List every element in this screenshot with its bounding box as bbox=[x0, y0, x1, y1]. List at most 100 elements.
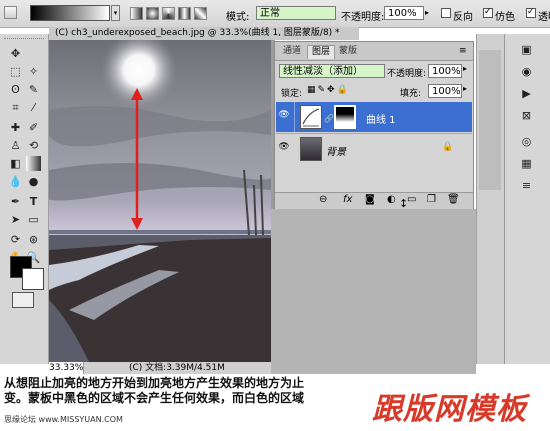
beach-photo bbox=[49, 40, 271, 362]
layer-row-curves[interactable]: 👁 🔗 曲线 1 bbox=[276, 102, 472, 132]
dodge-tool-icon[interactable]: ● bbox=[26, 174, 41, 189]
eyedropper-tool-icon[interactable]: ⁄ bbox=[26, 100, 41, 115]
layer-row-background[interactable]: 👁 背景 🔒 bbox=[276, 133, 472, 164]
reverse-checkbox[interactable] bbox=[441, 8, 451, 18]
dock-scroll-track[interactable] bbox=[479, 50, 501, 190]
opacity-field[interactable]: 100% bbox=[384, 6, 424, 20]
adjustments-icon[interactable]: ◎ bbox=[519, 134, 534, 149]
visibility-eye-icon[interactable]: 👁 bbox=[278, 142, 290, 154]
document-title: (C) ch3_underexposed_beach.jpg @ 33.3%(曲… bbox=[55, 28, 340, 38]
pen-tool-icon[interactable]: ✒ bbox=[8, 194, 23, 209]
fill-label: 填充: bbox=[400, 89, 422, 99]
layer-style-icon[interactable]: fx bbox=[343, 194, 352, 205]
histogram-icon[interactable]: ▣ bbox=[519, 42, 534, 57]
opacity-label: 不透明度: bbox=[341, 12, 385, 23]
right-icon-dock: ▣ ◉ ▶ ⊠ ◎ ▦ ≡ bbox=[504, 34, 550, 364]
lasso-tool-icon[interactable]: ʘ bbox=[8, 82, 23, 97]
layer-name-background[interactable]: 背景 bbox=[326, 143, 346, 158]
row-divider bbox=[294, 102, 295, 132]
workspace-background bbox=[271, 209, 476, 374]
magic-wand-tool-icon[interactable]: ✧ bbox=[26, 64, 41, 79]
path-select-tool-icon[interactable]: ➤ bbox=[8, 212, 23, 227]
3d-rotate-tool-icon[interactable]: ⟳ bbox=[8, 232, 23, 247]
lock-icons[interactable]: ▦✎✥🔒 bbox=[307, 85, 350, 95]
brush-tool-icon[interactable]: ✐ bbox=[26, 120, 41, 135]
fill-arrow[interactable]: ▸ bbox=[463, 84, 467, 93]
zoom-field[interactable]: 33.33% bbox=[49, 362, 84, 374]
mode-value: 正常 bbox=[260, 8, 280, 19]
blend-mode-select[interactable]: 线性减淡（添加） bbox=[279, 64, 385, 78]
mask-link-icon[interactable]: 🔗 bbox=[324, 114, 334, 123]
layers-empty-area bbox=[275, 164, 473, 190]
layer-opacity-arrow[interactable]: ▸ bbox=[463, 64, 467, 73]
linear-gradient-icon[interactable] bbox=[130, 7, 143, 20]
toolbox: ✥ ⬚ ✧ ʘ ✎ ⌗ ⁄ ✚ ✐ ♙ ⟲ ◧ 💧 ● ✒ T ➤ ▭ ⟳ ⊛ … bbox=[0, 34, 49, 364]
gradient-tool-icon[interactable] bbox=[26, 156, 41, 171]
crop-tool-icon[interactable]: ⌗ bbox=[8, 100, 23, 115]
watermark-logo: 跟版网模板 bbox=[372, 392, 527, 427]
image-canvas[interactable] bbox=[49, 40, 271, 362]
gradient-tool-preset-icon[interactable] bbox=[4, 6, 17, 19]
quick-mask-button[interactable] bbox=[12, 292, 34, 308]
link-layers-icon[interactable]: ⊖ bbox=[319, 194, 327, 205]
tab-channels[interactable]: 通道 bbox=[279, 45, 305, 58]
background-color-swatch[interactable] bbox=[22, 268, 44, 290]
mode-select[interactable]: 正常 bbox=[256, 6, 336, 20]
mode-label: 模式: bbox=[226, 12, 250, 23]
layer-name-curves[interactable]: 曲线 1 bbox=[366, 111, 396, 126]
adjustment-layer-icon[interactable]: ◐ bbox=[387, 194, 396, 205]
new-group-icon[interactable]: ▭ bbox=[407, 194, 416, 205]
type-tool-icon[interactable]: T bbox=[26, 194, 41, 209]
document-tab[interactable]: (C) ch3_underexposed_beach.jpg @ 33.3%(曲… bbox=[49, 27, 359, 40]
clone-stamp-tool-icon[interactable]: ♙ bbox=[8, 138, 23, 153]
swatches-icon[interactable]: ⊠ bbox=[519, 108, 534, 123]
fill-field[interactable]: 100% bbox=[428, 84, 462, 98]
layers-panel: 通道 图层 蒙版 ≡ 线性减淡（添加） 不透明度: 100% ▸ 锁定: ▦✎✥… bbox=[274, 41, 474, 210]
site-credit: 思缘论坛 www.MISSYUAN.COM bbox=[4, 415, 123, 424]
dither-checkbox[interactable] bbox=[483, 8, 493, 18]
history-icon[interactable]: ≡ bbox=[519, 178, 534, 193]
options-bar: ▾ 模式: 正常 不透明度: 100% ▸ 反向 仿色 透明区域 bbox=[0, 0, 550, 28]
blur-tool-icon[interactable]: 💧 bbox=[8, 174, 23, 189]
layer-opacity-field[interactable]: 100% bbox=[428, 64, 462, 78]
opacity-slider-arrow[interactable]: ▸ bbox=[425, 6, 433, 20]
status-bar: 33.33% (C) 文档:3.39M/4.51M bbox=[49, 362, 271, 374]
layers-footer: ⊖ fx ◙ ◐ ▭ ❐ 🗑 bbox=[275, 192, 473, 209]
lock-label: 锁定: bbox=[281, 89, 303, 99]
styles-icon[interactable]: ▦ bbox=[519, 156, 534, 171]
shape-tool-icon[interactable]: ▭ bbox=[26, 212, 41, 227]
new-layer-icon[interactable]: ❐ bbox=[427, 194, 436, 205]
tab-layers[interactable]: 图层 bbox=[307, 45, 336, 59]
eraser-tool-icon[interactable]: ◧ bbox=[8, 156, 23, 171]
color-picker-icon[interactable]: ◉ bbox=[519, 64, 534, 79]
reverse-label: 反向 bbox=[453, 12, 473, 23]
transparency-label: 透明区域 bbox=[538, 12, 550, 23]
add-mask-icon[interactable]: ◙ bbox=[365, 194, 375, 205]
toolbox-grip[interactable] bbox=[4, 38, 44, 42]
gradient-dropdown-arrow[interactable]: ▾ bbox=[111, 5, 120, 21]
delete-layer-icon[interactable]: 🗑 bbox=[447, 194, 460, 205]
navigator-icon[interactable]: ▶ bbox=[519, 86, 534, 101]
visibility-eye-icon[interactable]: 👁 bbox=[278, 110, 290, 122]
panel-menu-icon[interactable]: ≡ bbox=[459, 46, 467, 56]
tab-masks[interactable]: 蒙版 bbox=[335, 45, 361, 58]
angle-gradient-icon[interactable] bbox=[162, 7, 175, 20]
layer-mask-thumbnail[interactable] bbox=[334, 105, 356, 129]
collapsed-panel-dock bbox=[476, 34, 505, 364]
curves-adjustment-icon[interactable] bbox=[300, 105, 322, 129]
3d-orbit-tool-icon[interactable]: ⊛ bbox=[26, 232, 41, 247]
history-brush-tool-icon[interactable]: ⟲ bbox=[26, 138, 41, 153]
quick-select-tool-icon[interactable]: ✎ bbox=[26, 82, 41, 97]
diamond-gradient-icon[interactable] bbox=[194, 7, 207, 20]
move-tool-icon[interactable]: ✥ bbox=[8, 46, 23, 61]
healing-brush-tool-icon[interactable]: ✚ bbox=[8, 120, 23, 135]
gradient-picker[interactable] bbox=[30, 5, 110, 21]
lock-icon: 🔒 bbox=[442, 142, 454, 152]
doc-info[interactable]: (C) 文档:3.39M/4.51M bbox=[129, 362, 225, 374]
resize-cursor-icon: ↕ bbox=[399, 197, 409, 210]
marquee-tool-icon[interactable]: ⬚ bbox=[8, 64, 23, 79]
dither-label: 仿色 bbox=[495, 12, 515, 23]
reflected-gradient-icon[interactable] bbox=[178, 7, 191, 20]
radial-gradient-icon[interactable] bbox=[146, 7, 159, 20]
transparency-checkbox[interactable] bbox=[526, 8, 536, 18]
